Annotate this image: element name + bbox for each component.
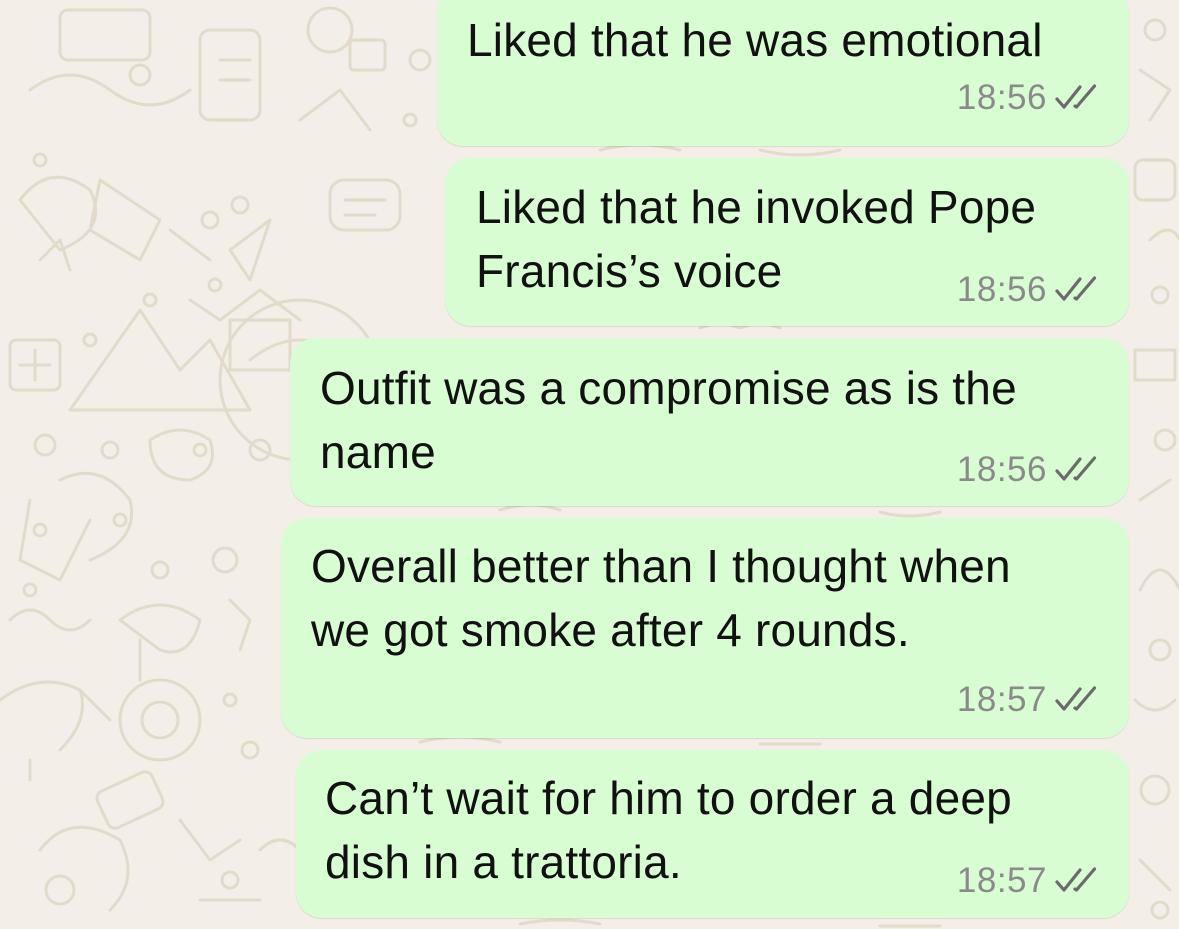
outgoing-message[interactable]: Liked that he invoked Pope Francis’s voi… bbox=[445, 158, 1129, 326]
message-text: Overall better than I thought when we go… bbox=[311, 540, 1011, 656]
message-meta: 18:57 bbox=[957, 680, 1101, 720]
message-time: 18:57 bbox=[956, 861, 1047, 900]
message-meta: 18:56 bbox=[957, 270, 1101, 310]
outgoing-message[interactable]: Can’t wait for him to order a deep dish … bbox=[296, 750, 1129, 918]
message-time: 18:56 bbox=[956, 270, 1047, 309]
message-meta: 18:56 bbox=[957, 78, 1101, 118]
message-meta: 18:57 bbox=[957, 861, 1101, 901]
double-check-icon bbox=[1055, 867, 1097, 892]
message-text: Outfit was a compromise as is the name bbox=[320, 362, 1017, 478]
message-text: Liked that he was emotional bbox=[467, 14, 1043, 66]
double-check-icon bbox=[1055, 456, 1097, 481]
message-meta: 18:56 bbox=[957, 450, 1101, 490]
double-check-icon bbox=[1055, 276, 1097, 301]
outgoing-message[interactable]: Outfit was a compromise as is the name 1… bbox=[290, 338, 1129, 506]
double-check-icon bbox=[1055, 686, 1097, 711]
outgoing-message[interactable]: Overall better than I thought when we go… bbox=[281, 518, 1129, 738]
message-time: 18:56 bbox=[956, 450, 1047, 489]
message-time: 18:56 bbox=[956, 78, 1047, 117]
message-list[interactable]: Liked that he was emotional 18:56 Liked … bbox=[0, 0, 1179, 929]
message-text: Liked that he invoked Pope Francis’s voi… bbox=[476, 181, 1037, 297]
double-check-icon bbox=[1055, 84, 1097, 109]
outgoing-message[interactable]: Liked that he was emotional 18:56 bbox=[437, 0, 1129, 146]
message-time: 18:57 bbox=[956, 680, 1047, 719]
message-text: Can’t wait for him to order a deep dish … bbox=[325, 772, 1012, 888]
